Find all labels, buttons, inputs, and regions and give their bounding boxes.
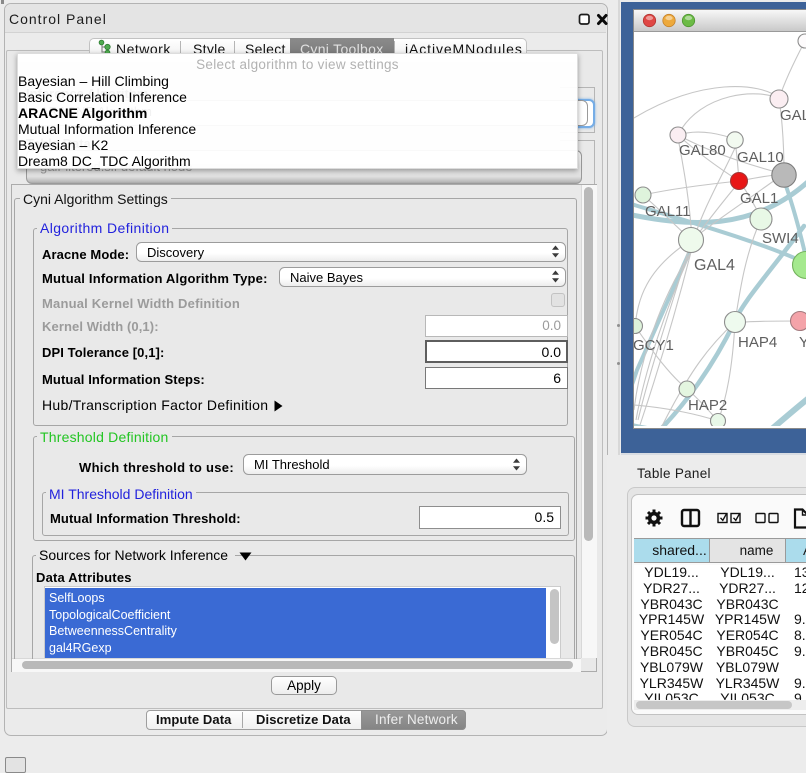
svg-text:GAL10: GAL10 xyxy=(737,149,784,166)
svg-text:GAL11: GAL11 xyxy=(645,203,691,220)
svg-text:HAP2: HAP2 xyxy=(688,397,727,414)
svg-text:GAL: GAL xyxy=(780,107,806,124)
svg-text:Y: Y xyxy=(799,334,806,351)
svg-text:HAP4: HAP4 xyxy=(738,334,777,351)
svg-text:SWI4: SWI4 xyxy=(762,230,799,247)
svg-text:GAL4: GAL4 xyxy=(694,257,735,274)
svg-text:GCY1: GCY1 xyxy=(634,337,674,354)
svg-text:GAL1: GAL1 xyxy=(740,190,778,207)
svg-text:GAL80: GAL80 xyxy=(679,142,726,159)
